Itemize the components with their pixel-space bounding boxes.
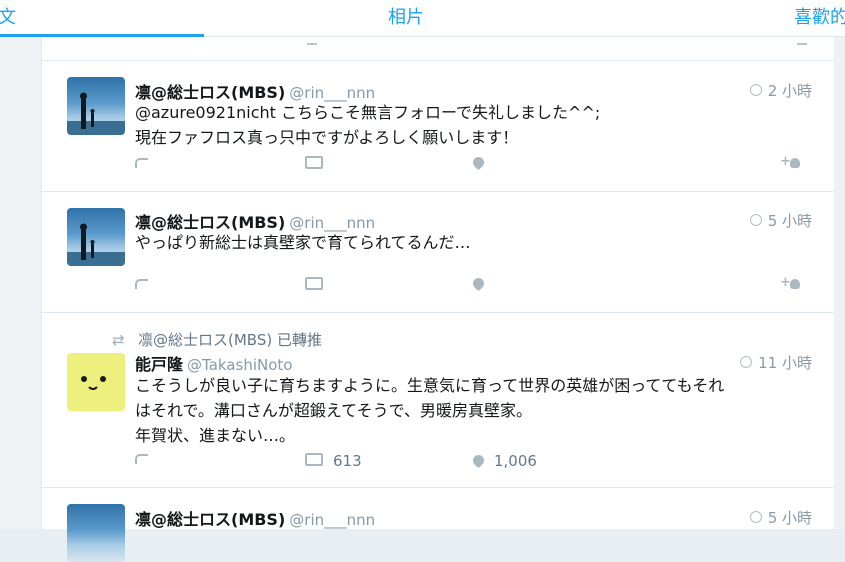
cut-off-follow-icon	[797, 37, 807, 45]
avatar-cute-face-image	[81, 376, 106, 390]
right-gutter	[833, 37, 845, 529]
tweet-text-line: こそうしが良い子に育ちますように。生意気に育って世界の英雄が困っててもそれ	[135, 376, 725, 395]
like-button[interactable]	[470, 275, 487, 293]
author-name: 凛@総士ロス(MBS)	[135, 510, 286, 529]
avatar[interactable]	[67, 504, 125, 562]
tweet-actions: 613 1,006	[135, 452, 815, 472]
tab-tweets[interactable]: 文	[0, 3, 16, 29]
avatar[interactable]	[67, 208, 125, 266]
avatar[interactable]	[67, 353, 125, 411]
reply-icon	[135, 454, 148, 464]
reply-button[interactable]	[135, 156, 148, 172]
left-gutter	[0, 37, 41, 529]
tweet-author[interactable]: 能戸隆 @TakashiNoto	[135, 351, 292, 375]
profile-tab-bar: 文 相片 喜歡的	[0, 0, 845, 37]
like-button[interactable]: 1,006	[470, 452, 537, 470]
follow-icon	[780, 275, 800, 290]
tweet-timestamp[interactable]: 2 小時	[749, 80, 812, 101]
tweet-text: @azure0921nicht こちらこそ無言フォローで失礼しました^^; 現在…	[135, 100, 815, 150]
retweet-button[interactable]	[305, 156, 323, 173]
tweet-actions	[135, 154, 815, 176]
tweet-text-line: はそれで。溝口さんが超鍛えてそうで、男暖房真壁家。	[135, 401, 532, 420]
avatar[interactable]	[67, 77, 125, 135]
author-handle: @TakashiNoto	[187, 356, 293, 374]
retweet-icon: ⇄	[112, 331, 125, 349]
tweet-author[interactable]: 凛@総士ロス(MBS) @rin___nnn	[135, 506, 375, 530]
like-button[interactable]	[470, 154, 487, 172]
tab-photos[interactable]: 相片	[388, 3, 424, 29]
globe-icon	[740, 356, 753, 368]
follow-icon	[780, 154, 800, 169]
tweet-timestamp[interactable]: 5 小時	[749, 210, 812, 231]
tweet-card[interactable]: 凛@総士ロス(MBS) @rin___nnn 5 小時 やっぱり新総士は真壁家で育…	[41, 192, 834, 313]
tweet-card-partial-top	[41, 37, 834, 61]
tweet-timestamp[interactable]: 5 小時	[749, 507, 812, 528]
reply-icon	[135, 158, 148, 168]
retweet-icon	[305, 453, 323, 466]
follow-button[interactable]	[780, 154, 800, 172]
retweeted-by-label[interactable]: ⇄ 凛@総士ロス(MBS) 已轉推	[112, 329, 322, 350]
author-handle: @rin___nnn	[289, 511, 376, 529]
tweet-card-partial-bottom[interactable]: 凛@総士ロス(MBS) @rin___nnn 5 小時	[41, 488, 834, 562]
tweet-card[interactable]: 凛@総士ロス(MBS) @rin___nnn 2 小時 @azure0921nic…	[41, 61, 834, 192]
tweet-timestamp[interactable]: 11 小時	[740, 352, 812, 373]
tweet-actions	[135, 275, 815, 297]
cut-off-action-icon	[307, 37, 317, 45]
tweet-text-line: やっぱり新総士は真壁家で育てられてるんだ…	[135, 233, 471, 252]
tweet-card-retweeted[interactable]: ⇄ 凛@総士ロス(MBS) 已轉推 能戸隆 @TakashiNoto 11 小時 こ…	[41, 313, 834, 488]
author-name: 能戸隆	[135, 355, 184, 374]
tweet-text-line: @azure0921nicht こちらこそ無言フォローで失礼しました^^;	[135, 103, 601, 122]
retweet-count: 613	[333, 452, 362, 470]
reply-icon	[135, 279, 148, 289]
retweet-icon	[305, 156, 323, 169]
tweet-text: やっぱり新総士は真壁家で育てられてるんだ…	[135, 230, 815, 255]
avatar-silhouette-image	[67, 223, 125, 266]
reply-button[interactable]	[135, 277, 148, 293]
tweet-text: こそうしが良い子に育ちますように。生意気に育って世界の英雄が困っててもそれ はそ…	[135, 373, 835, 448]
tab-likes[interactable]: 喜歡的	[794, 3, 845, 29]
retweet-icon	[305, 277, 323, 290]
tweet-text-line: 年賀状、進まない…。	[135, 426, 296, 445]
reply-button[interactable]	[135, 452, 148, 468]
retweet-button[interactable]	[305, 277, 323, 294]
follow-button[interactable]	[780, 275, 800, 293]
globe-icon	[749, 511, 762, 523]
like-count: 1,006	[494, 452, 537, 470]
globe-icon	[749, 214, 762, 226]
globe-icon	[749, 84, 762, 96]
tweet-text-line: 現在ファフロス真っ只中ですがよろしく願いします！	[135, 128, 519, 147]
avatar-silhouette-image	[67, 92, 125, 135]
heart-icon	[470, 452, 487, 469]
retweet-button[interactable]: 613	[305, 452, 362, 470]
heart-icon	[470, 154, 487, 171]
heart-icon	[470, 275, 487, 292]
